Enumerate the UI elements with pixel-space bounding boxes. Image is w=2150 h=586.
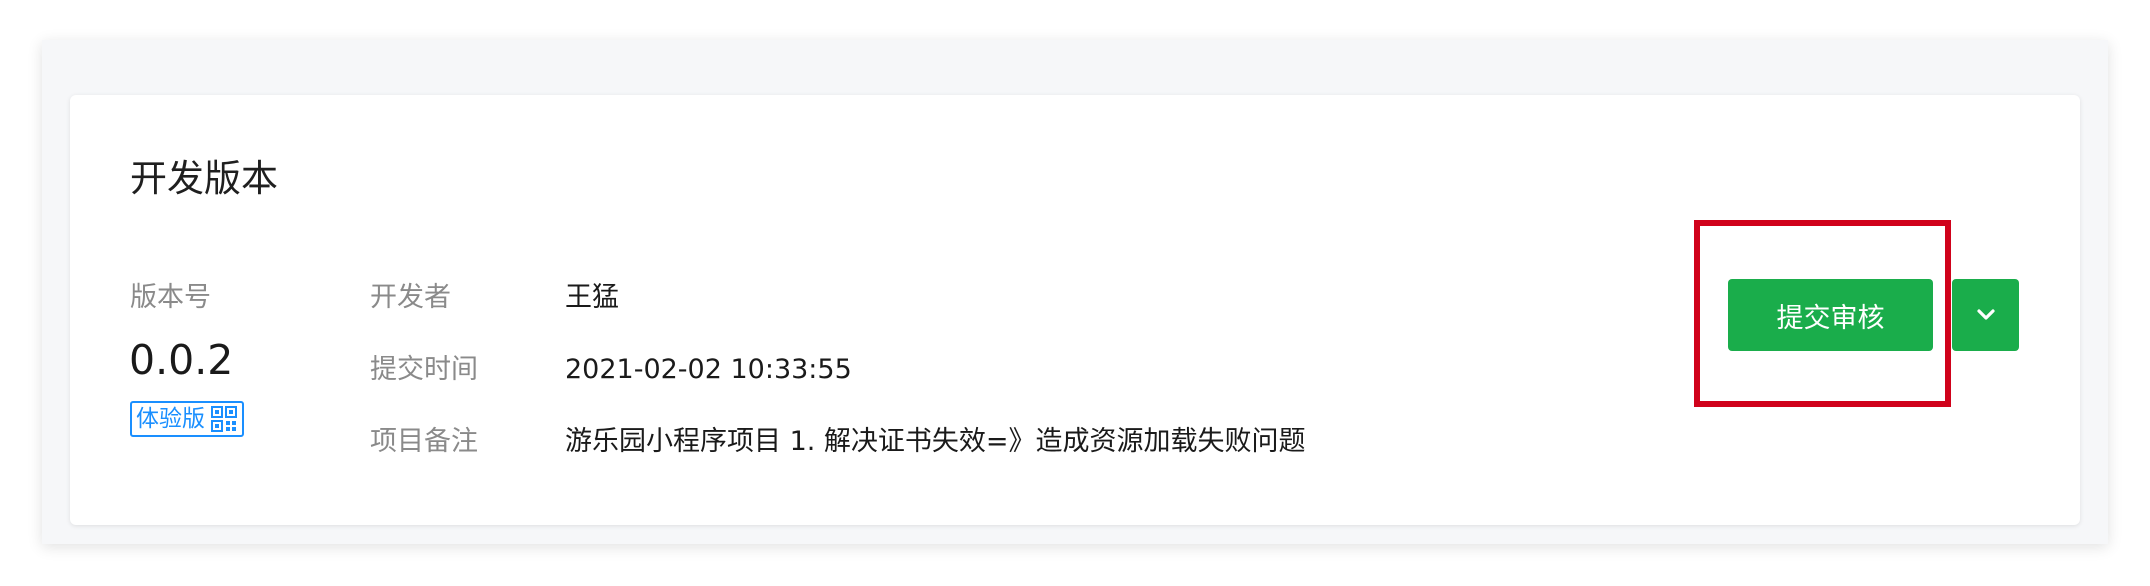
- trial-version-badge[interactable]: 体验版: [130, 401, 244, 437]
- submit-review-button[interactable]: 提交审核: [1728, 279, 1933, 351]
- version-label: 版本号: [130, 282, 211, 313]
- dev-version-card: 开发版本 版本号 0.0.2 体验版 开发者 王猛 提交时间 2021-02-0…: [70, 95, 2080, 525]
- chevron-down-icon: [1976, 309, 1995, 320]
- version-number: 0.0.2: [129, 336, 234, 384]
- project-note-label: 项目备注: [370, 426, 478, 457]
- trial-badge-label: 体验版: [136, 406, 205, 432]
- qr-code-icon: [211, 406, 237, 432]
- section-title: 开发版本: [130, 157, 278, 200]
- project-note-value: 游乐园小程序项目 1. 解决证书失效=》造成资源加载失败问题: [565, 426, 1306, 457]
- developer-label: 开发者: [370, 282, 451, 313]
- more-actions-dropdown-button[interactable]: [1952, 279, 2019, 351]
- developer-value: 王猛: [565, 282, 619, 313]
- submit-time-value: 2021-02-02 10:33:55: [565, 354, 852, 385]
- submit-time-label: 提交时间: [370, 354, 478, 385]
